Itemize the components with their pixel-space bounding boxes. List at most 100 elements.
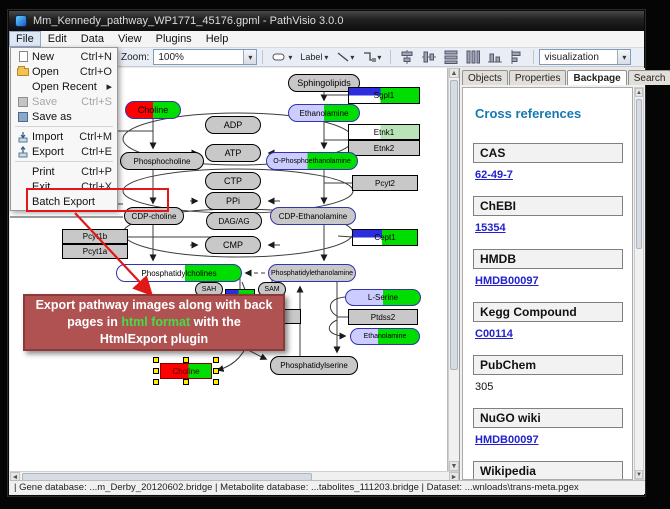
visualization-combo-arrow-icon[interactable]: ▾ [617, 50, 630, 64]
panel-scroll-up-icon[interactable]: ▲ [635, 88, 643, 97]
file-menu-item-exit[interactable]: Exit Ctrl+X [12, 179, 116, 194]
tab-backpage[interactable]: Backpage [567, 70, 626, 85]
label-tool-button[interactable]: Label ▾ [296, 49, 332, 66]
node-phosphatidylserine[interactable]: Phosphatidylserine [270, 356, 358, 375]
menu-separator [15, 161, 113, 162]
file-menu-item-export[interactable]: Export Ctrl+E [12, 144, 116, 159]
xref-link-hmdb[interactable]: HMDB00097 [475, 275, 539, 287]
gene-box-pcyt1a[interactable]: Pcyt1a [62, 244, 128, 259]
connector-dropdown-icon[interactable]: ▾ [377, 53, 381, 62]
node-cmp[interactable]: CMP [205, 236, 261, 254]
menu-data[interactable]: Data [74, 31, 111, 47]
visualization-combo[interactable]: visualization ▾ [539, 49, 631, 65]
tab-search[interactable]: Search [628, 70, 670, 85]
line-tool-icon [336, 51, 350, 63]
selection-handle[interactable] [153, 368, 159, 374]
file-menu-item-batch-export[interactable]: Batch Export [12, 194, 116, 209]
side-panel: Objects Properties Backpage Search Legen… [459, 68, 645, 482]
file-menu-item-save-as[interactable]: Save as [12, 109, 116, 124]
node-choline-top[interactable]: Choline [125, 101, 181, 119]
xref-section-title-cas: CAS [473, 143, 623, 163]
node-l-serine[interactable]: L-Serine [345, 289, 421, 306]
xref-link-chebi[interactable]: 15354 [475, 222, 506, 234]
file-menu-item-save[interactable]: Save Ctrl+S [12, 94, 116, 109]
gene-box-cept1[interactable]: Cept1 [352, 229, 418, 246]
align-center-y-button[interactable] [418, 49, 440, 66]
menu-plugins[interactable]: Plugins [149, 31, 199, 47]
file-menu-item-print[interactable]: Print Ctrl+P [12, 164, 116, 179]
menu-file[interactable]: File [9, 31, 41, 47]
gene-box-pcyt2[interactable]: Pcyt2 [352, 175, 418, 191]
node-phosphatidylethanolamine[interactable]: Phosphatidylethanolamine [268, 264, 356, 282]
line-dropdown-icon[interactable]: ▾ [350, 53, 354, 62]
tab-objects[interactable]: Objects [462, 70, 508, 85]
selection-handle[interactable] [183, 357, 189, 363]
datanode-dropdown-icon[interactable]: ▾ [288, 53, 292, 62]
distribute-vertical-button[interactable] [462, 49, 484, 66]
gene-box-etnk1[interactable]: Etnk1 [348, 124, 420, 140]
xref-link-cas[interactable]: 62-49-7 [475, 169, 513, 181]
selection-handle[interactable] [213, 357, 219, 363]
gene-box-sgpl1[interactable]: Sgpl1 [348, 87, 420, 104]
save-as-icon [14, 112, 32, 122]
selection-handle[interactable] [183, 379, 189, 385]
gene-box-ptdss2[interactable]: Ptdss2 [348, 309, 418, 325]
node-cdp-ethanolamine[interactable]: CDP-Ethanolamine [270, 207, 356, 225]
menu-view[interactable]: View [111, 31, 149, 47]
node-phosphocholine[interactable]: Phosphocholine [120, 152, 204, 170]
scroll-down-icon[interactable]: ▼ [449, 461, 459, 471]
scroll-up-icon[interactable]: ▲ [449, 68, 459, 78]
node-ctp[interactable]: CTP [205, 172, 261, 190]
vertical-scroll-thumb[interactable] [450, 80, 458, 370]
selection-handle[interactable] [213, 368, 219, 374]
zoom-combo[interactable]: 100% ▾ [153, 49, 257, 65]
panel-scroll-down-icon[interactable]: ▼ [635, 470, 643, 479]
gene-box-pcyt1b[interactable]: Pcyt1b [62, 229, 128, 244]
zoom-label: Zoom: [121, 52, 149, 63]
node-ethanolamine-bottom[interactable]: Ethanolamine [350, 328, 420, 345]
selection-handle[interactable] [153, 379, 159, 385]
node-ppi[interactable]: PPi [205, 192, 261, 210]
file-menu-item-new[interactable]: New Ctrl+N [12, 49, 116, 64]
line-tool-button[interactable]: ▾ [332, 49, 358, 66]
gene-box-etnk2[interactable]: Etnk2 [348, 140, 420, 156]
file-menu-item-import[interactable]: Import Ctrl+M [12, 129, 116, 144]
datanode-tool-button[interactable]: ▾ [268, 49, 296, 66]
label-dropdown-icon[interactable]: ▾ [324, 53, 328, 62]
file-menu-dropdown: New Ctrl+N Open Ctrl+O Open Recent ▸ Sav… [10, 47, 118, 211]
canvas-vertical-scrollbar[interactable]: ▲ ▼ [448, 68, 459, 471]
align-bottom-button[interactable] [484, 49, 506, 66]
export-icon [14, 146, 32, 158]
node-dag[interactable]: DAG/AG [206, 212, 262, 230]
align-center-x-button[interactable] [396, 49, 418, 66]
file-menu-item-open-recent[interactable]: Open Recent ▸ [12, 79, 116, 94]
xref-section-title-wikipedia: Wikipedia [473, 461, 623, 480]
panel-scroll-thumb[interactable] [636, 99, 642, 249]
toolbar-separator [390, 50, 391, 64]
file-menu-item-open[interactable]: Open Ctrl+O [12, 64, 116, 79]
toolbar-separator [533, 50, 534, 64]
node-o-phosphoethanolamine[interactable]: O-Phosphoethanolamine [266, 152, 358, 170]
screenshot-root: Mm_Kennedy_pathway_WP1771_45176.gpml - P… [0, 0, 670, 509]
panel-scrollbar[interactable]: ▲ ▼ [634, 87, 644, 480]
node-ethanolamine-top[interactable]: Ethanolamine [288, 104, 360, 122]
distribute-horizontal-button[interactable] [440, 49, 462, 66]
node-phosphatidylcholines[interactable]: Phosphatidylcholines [116, 264, 242, 282]
node-cdp-choline[interactable]: CDP-choline [124, 207, 184, 225]
menu-edit[interactable]: Edit [41, 31, 74, 47]
xref-link-kegg[interactable]: C00114 [475, 328, 513, 340]
align-left-button[interactable] [506, 49, 528, 66]
tab-properties[interactable]: Properties [509, 70, 567, 85]
connector-tool-button[interactable]: ▾ [358, 49, 385, 66]
xref-link-nugo[interactable]: HMDB00097 [475, 434, 539, 446]
zoom-combo-arrow-icon[interactable]: ▾ [243, 50, 256, 64]
selection-handle[interactable] [153, 357, 159, 363]
node-choline-selected[interactable]: Choline [160, 363, 212, 379]
node-adp[interactable]: ADP [205, 116, 261, 134]
menu-help[interactable]: Help [199, 31, 236, 47]
node-atp[interactable]: ATP [205, 144, 261, 162]
xref-section-title-nugo: NuGO wiki [473, 408, 623, 428]
selection-handle[interactable] [213, 379, 219, 385]
title-bar[interactable]: Mm_Kennedy_pathway_WP1771_45176.gpml - P… [9, 11, 644, 31]
node-choline-selected-label[interactable]: Choline [160, 363, 212, 379]
